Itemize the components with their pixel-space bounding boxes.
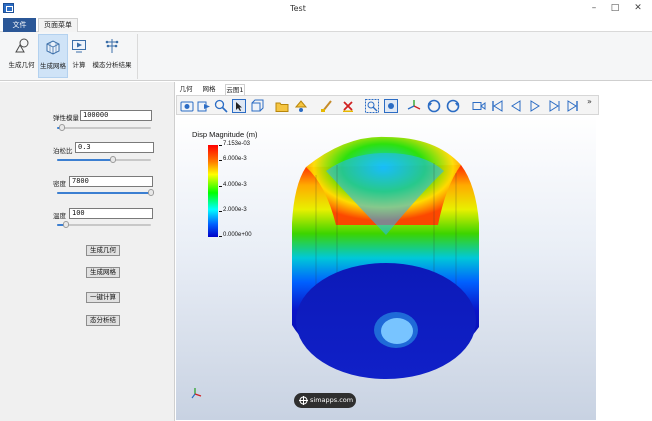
last-frame-icon[interactable]: [566, 99, 580, 113]
colorbar: [208, 145, 218, 237]
ribbon-panel: 生成几何 生成网格 计算 模态分析结果: [0, 32, 652, 81]
parameter-panel: 弹性模量 100000 泊松比 0.3 密度 7800 温度 100 生成几何 …: [0, 82, 175, 421]
elastic-modulus-input[interactable]: 100000: [80, 110, 152, 121]
brush-icon[interactable]: [320, 99, 334, 113]
poisson-ratio-input[interactable]: 0.3: [75, 142, 154, 153]
rotate-left-icon[interactable]: [427, 99, 441, 113]
ribbon-label: 计算: [72, 61, 86, 69]
simapps-logo-icon: [299, 396, 308, 405]
select-icon[interactable]: [232, 99, 246, 113]
density-slider[interactable]: [57, 188, 154, 197]
compute-button[interactable]: 计算: [69, 34, 89, 78]
toolbar-overflow-button[interactable]: »: [587, 97, 592, 106]
mesh-icon: [46, 40, 60, 55]
tab-contour-1[interactable]: 云图1: [225, 84, 245, 95]
camera-icon[interactable]: [180, 99, 194, 113]
generate-mesh-action-button[interactable]: 生成网格: [86, 267, 120, 278]
ribbon-tab-row: 文件 页面菜单: [0, 17, 652, 33]
geometry-icon: [14, 38, 28, 53]
fit-all-icon[interactable]: [384, 99, 398, 113]
close-button[interactable]: ✕: [626, 0, 650, 17]
export-icon[interactable]: [197, 99, 211, 113]
simapps-watermark: simapps.com: [294, 393, 356, 408]
poisson-ratio-slider[interactable]: [57, 155, 151, 164]
slider-thumb[interactable]: [110, 156, 117, 163]
slider-thumb[interactable]: [148, 189, 154, 196]
rotate-right-icon[interactable]: [446, 99, 460, 113]
next-frame-icon[interactable]: [547, 99, 561, 113]
play-icon[interactable]: [528, 99, 542, 113]
maximize-button[interactable]: □: [603, 0, 627, 17]
generate-geometry-button[interactable]: 生成几何: [5, 34, 38, 78]
axes-orient-icon[interactable]: [407, 99, 421, 113]
slider-thumb[interactable]: [63, 221, 70, 228]
first-frame-icon[interactable]: [490, 99, 504, 113]
record-video-icon[interactable]: [472, 99, 486, 113]
generate-geometry-action-button[interactable]: 生成几何: [86, 245, 120, 256]
slider-fill: [57, 192, 151, 194]
zoom-fit-icon[interactable]: [214, 99, 228, 113]
modal-result-icon: [105, 39, 119, 53]
compute-icon: [72, 40, 86, 53]
slider-fill: [57, 159, 114, 161]
colorbar-label-max: 7.153e-03: [223, 141, 251, 147]
modal-analysis-result-button[interactable]: 态分析结: [86, 315, 120, 326]
temperature-slider[interactable]: [57, 220, 151, 229]
one-click-compute-button[interactable]: 一键计算: [86, 292, 120, 303]
colorbar-tick: [219, 160, 222, 161]
density-label: 密度: [53, 180, 66, 188]
density-input[interactable]: 7800: [69, 176, 153, 187]
colorbar-label: 4.000e-3: [223, 182, 247, 188]
colorbar-title: Disp Magnitude (m): [192, 130, 258, 139]
colorbar-label-min: 0.000e+00: [223, 232, 252, 238]
slider-track: [57, 127, 151, 129]
view-toolbar: [176, 95, 599, 115]
slider-track: [57, 224, 151, 226]
open-folder-icon[interactable]: [275, 99, 289, 113]
render-viewport[interactable]: Disp Magnitude (m) 7.153e-03 6.000e-3 4.…: [176, 115, 596, 420]
window-title: Test: [290, 4, 306, 13]
colorbar-label: 6.000e-3: [223, 156, 247, 162]
tab-mesh[interactable]: 网格: [200, 84, 218, 95]
colorbar-tick: [219, 236, 222, 237]
poisson-ratio-label: 泊松比: [53, 147, 73, 155]
palette-icon[interactable]: [294, 99, 308, 113]
colorbar-label: 2.000e-3: [223, 207, 247, 213]
colorbar-tick: [219, 145, 222, 146]
watermark-text: simapps.com: [310, 396, 354, 404]
temperature-input[interactable]: 100: [69, 208, 153, 219]
elastic-modulus-slider[interactable]: [57, 123, 151, 132]
colorbar-tick: [219, 186, 222, 187]
ribbon-label: 生成网格: [40, 62, 66, 70]
tab-geometry[interactable]: 几何: [178, 84, 194, 95]
ribbon-label: 模态分析结果: [92, 61, 132, 69]
bore-hole-inner: [381, 318, 413, 344]
zoom-window-icon[interactable]: [365, 99, 379, 113]
previous-frame-icon[interactable]: [509, 99, 523, 113]
colorbar-tick: [219, 211, 222, 212]
slider-thumb[interactable]: [58, 124, 65, 131]
modal-result-button[interactable]: 模态分析结果: [90, 34, 134, 78]
elastic-modulus-label: 弹性模量: [53, 114, 79, 122]
clear-icon[interactable]: [341, 99, 355, 113]
title-bar: Test – □ ✕: [0, 0, 652, 17]
temperature-label: 温度: [53, 212, 66, 220]
box-view-icon[interactable]: [250, 99, 264, 113]
ribbon-label: 生成几何: [8, 61, 35, 69]
ribbon-separator: [137, 34, 138, 79]
orientation-axes-icon: [191, 388, 202, 399]
tab-file[interactable]: 文件: [3, 18, 36, 32]
tab-page-menu[interactable]: 页面菜单: [38, 18, 78, 33]
generate-mesh-button[interactable]: 生成网格: [38, 34, 68, 78]
